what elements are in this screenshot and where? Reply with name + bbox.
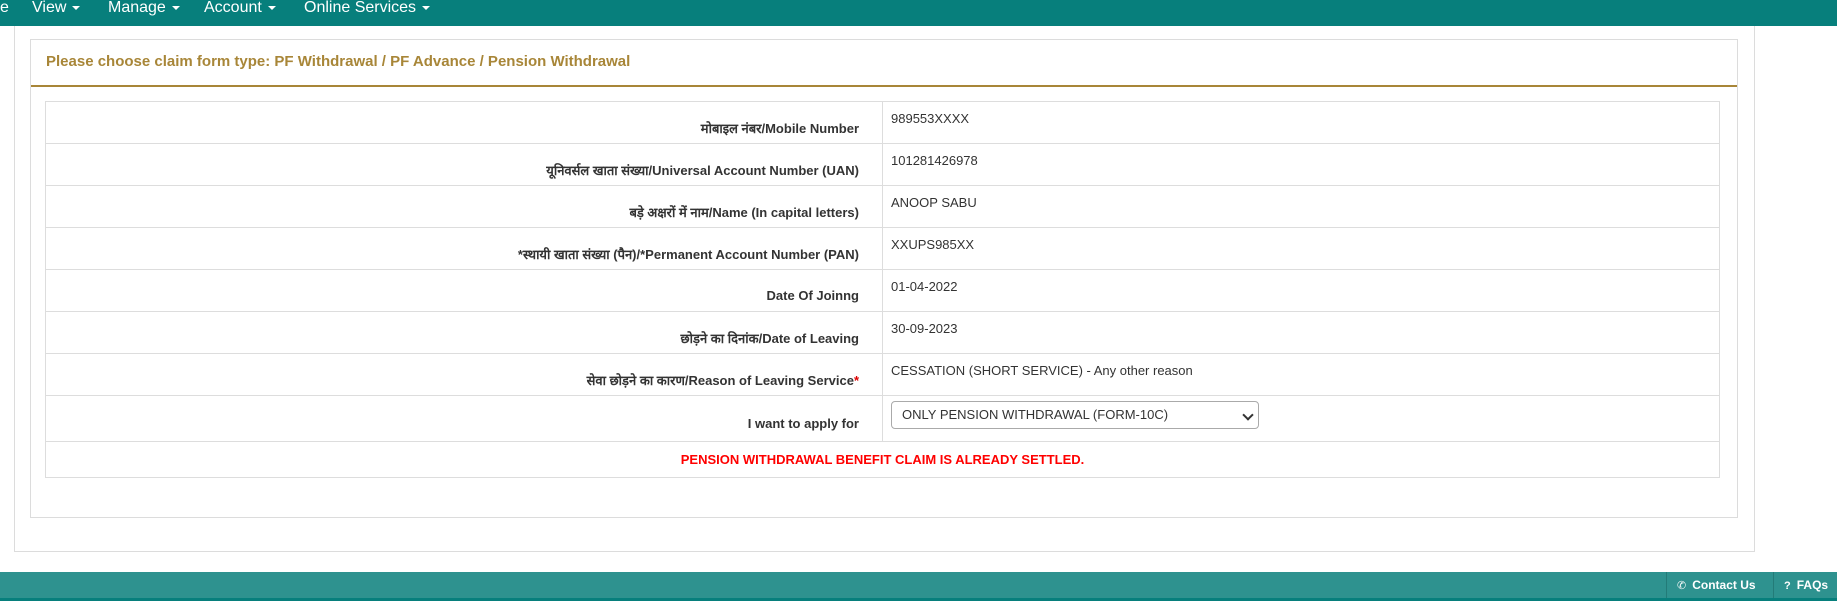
row-label: *स्थायी खाता संख्या (पैन)/*Permanent Acc…: [45, 227, 883, 270]
footer-bar: ✆ Contact Us ? FAQs: [0, 572, 1837, 601]
table-row-apply: I want to apply for ONLY PENSION WITHDRA…: [45, 395, 1720, 442]
apply-value-cell: ONLY PENSION WITHDRAWAL (FORM-10C): [882, 395, 1720, 442]
table-row: मोबाइल नंबर/Mobile Number 989553XXXX: [45, 101, 1720, 144]
chevron-down-icon: [1242, 409, 1254, 421]
row-label-text: सेवा छोड़ने का कारण/Reason of Leaving Se…: [586, 372, 854, 388]
panel-heading: Please choose claim form type: PF Withdr…: [31, 40, 1737, 87]
nav-item-account[interactable]: Account: [204, 0, 276, 20]
nav-item-truncated[interactable]: e: [0, 0, 9, 20]
contact-us-link[interactable]: ✆ Contact Us: [1666, 572, 1756, 598]
table-row: Date Of Joinng 01-04-2022: [45, 269, 1720, 312]
row-value: CESSATION (SHORT SERVICE) - Any other re…: [882, 353, 1720, 396]
apply-for-selected: ONLY PENSION WITHDRAWAL (FORM-10C): [902, 407, 1169, 422]
settled-alert-message: PENSION WITHDRAWAL BENEFIT CLAIM IS ALRE…: [45, 441, 1720, 478]
table-row: यूनिवर्सल खाता संख्या/Universal Account …: [45, 143, 1720, 186]
row-label: बड़े अक्षरों में नाम/Name (In capital le…: [45, 185, 883, 228]
table-row: छोड़ने का दिनांक/Date of Leaving 30-09-2…: [45, 311, 1720, 354]
top-navbar: e View Manage Account Online Services: [0, 0, 1837, 26]
row-label: Date Of Joinng: [45, 269, 883, 312]
nav-item-label: Manage: [108, 0, 166, 16]
caret-down-icon: [267, 5, 276, 10]
table-row: बड़े अक्षरों में नाम/Name (In capital le…: [45, 185, 1720, 228]
nav-item-manage[interactable]: Manage: [108, 0, 180, 20]
row-label-reason: सेवा छोड़ने का कारण/Reason of Leaving Se…: [45, 353, 883, 396]
row-value: 30-09-2023: [882, 311, 1720, 354]
caret-down-icon: [72, 5, 81, 10]
row-label: मोबाइल नंबर/Mobile Number: [45, 101, 883, 144]
table-row: सेवा छोड़ने का कारण/Reason of Leaving Se…: [45, 353, 1720, 396]
row-value: ANOOP SABU: [882, 185, 1720, 228]
row-value: 01-04-2022: [882, 269, 1720, 312]
phone-icon: ✆: [1677, 580, 1687, 592]
caret-down-icon: [422, 5, 431, 10]
table-row-message: PENSION WITHDRAWAL BENEFIT CLAIM IS ALRE…: [45, 441, 1720, 478]
row-label: छोड़ने का दिनांक/Date of Leaving: [45, 311, 883, 354]
row-value: 989553XXXX: [882, 101, 1720, 144]
row-label: यूनिवर्सल खाता संख्या/Universal Account …: [45, 143, 883, 186]
contact-us-label: Contact Us: [1692, 578, 1756, 592]
caret-down-icon: [171, 5, 180, 10]
apply-for-select[interactable]: ONLY PENSION WITHDRAWAL (FORM-10C): [891, 401, 1259, 429]
nav-item-view[interactable]: View: [32, 0, 81, 20]
nav-item-label: Account: [204, 0, 262, 16]
panel-title: Please choose claim form type: PF Withdr…: [46, 53, 631, 70]
row-value: 101281426978: [882, 143, 1720, 186]
question-icon: ?: [1784, 580, 1791, 592]
nav-item-label: Online Services: [304, 0, 417, 16]
row-value: XXUPS985XX: [882, 227, 1720, 270]
nav-item-label: View: [32, 0, 67, 16]
faqs-link[interactable]: ? FAQs: [1773, 572, 1828, 598]
apply-label: I want to apply for: [45, 395, 883, 442]
required-mark: *: [853, 372, 859, 388]
nav-item-online-services[interactable]: Online Services: [304, 0, 431, 20]
faqs-label: FAQs: [1796, 578, 1829, 592]
table-row: *स्थायी खाता संख्या (पैन)/*Permanent Acc…: [45, 227, 1720, 270]
member-details-table: मोबाइल नंबर/Mobile Number 989553XXXX यून…: [45, 101, 1720, 478]
